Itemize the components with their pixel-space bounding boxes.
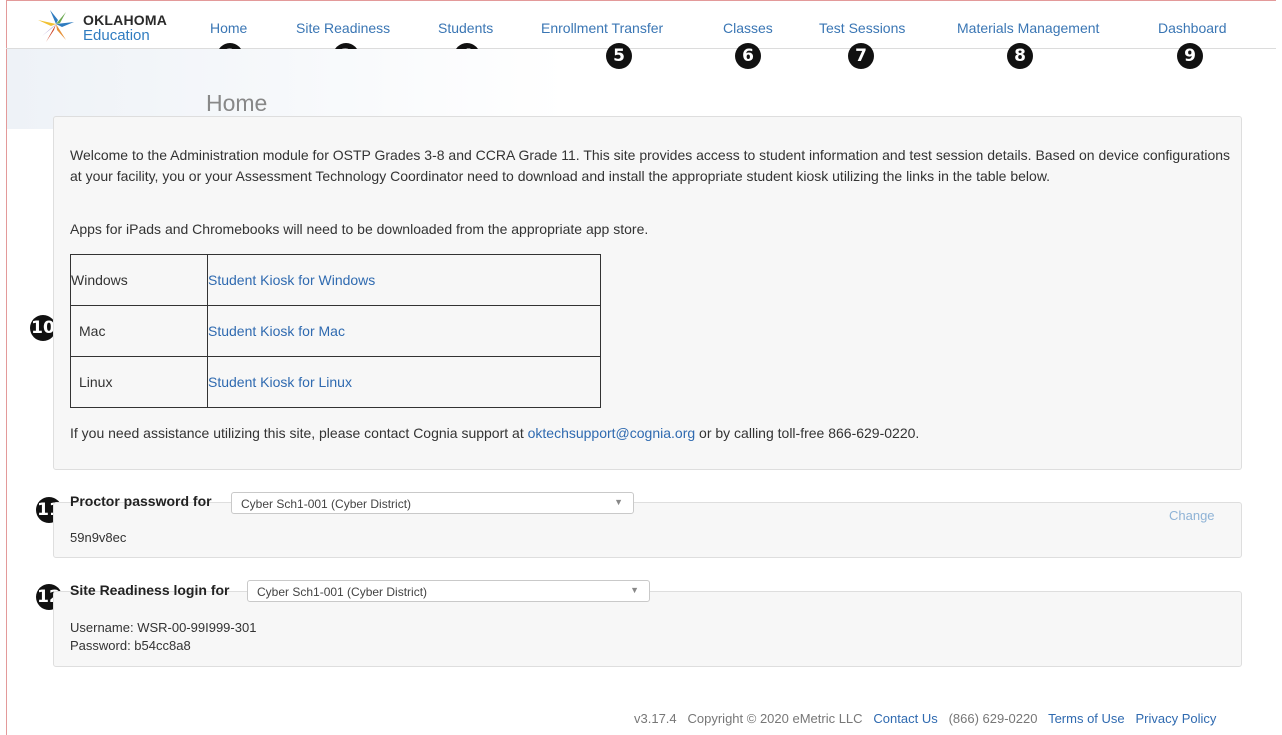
nav-materials-management[interactable]: Materials Management xyxy=(957,20,1099,36)
footer-terms-link[interactable]: Terms of Use xyxy=(1048,711,1125,726)
kiosk-download-table: Windows Student Kiosk for Windows Mac St… xyxy=(70,254,601,408)
table-row: Mac Student Kiosk for Mac xyxy=(70,305,601,357)
site-readiness-school-selected: Cyber Sch1-001 (Cyber District) xyxy=(257,585,428,599)
footer-copyright: Copyright © 2020 eMetric LLC xyxy=(687,711,863,726)
proctor-school-select[interactable]: Cyber Sch1-001 (Cyber District) ▼ xyxy=(231,492,634,514)
footer-phone: (866) 629-0220 xyxy=(948,711,1038,726)
assistance-prefix: If you need assistance utilizing this si… xyxy=(70,425,528,441)
footer-contact-link[interactable]: Contact Us xyxy=(873,711,937,726)
callout-badge: 9 xyxy=(1177,43,1203,69)
nav-students[interactable]: Students xyxy=(438,20,493,36)
top-header: OKLAHOMA Education Home Site Readiness S… xyxy=(0,0,1282,48)
proctor-password-label: Proctor password for xyxy=(70,493,212,509)
change-password-link[interactable]: Change xyxy=(1169,508,1215,523)
caret-down-icon: ▼ xyxy=(630,585,639,595)
kiosk-link-windows[interactable]: Student Kiosk for Windows xyxy=(208,272,375,288)
apps-note: Apps for iPads and Chromebooks will need… xyxy=(70,221,649,237)
callout-badge: 5 xyxy=(606,43,632,69)
kiosk-link-mac[interactable]: Student Kiosk for Mac xyxy=(208,323,345,339)
table-row: Linux Student Kiosk for Linux xyxy=(70,356,601,408)
nav-enrollment-transfer[interactable]: Enrollment Transfer xyxy=(541,20,663,36)
footer: v3.17.4 Copyright © 2020 eMetric LLC Con… xyxy=(634,711,1216,726)
support-email-link[interactable]: oktechsupport@cognia.org xyxy=(528,425,696,441)
kiosk-os-label: Linux xyxy=(79,374,113,390)
nav-classes[interactable]: Classes xyxy=(723,20,773,36)
callout-badge: 8 xyxy=(1007,43,1033,69)
proctor-password-value: 59n9v8ec xyxy=(70,530,127,545)
nav-test-sessions[interactable]: Test Sessions xyxy=(819,20,905,36)
proctor-school-selected: Cyber Sch1-001 (Cyber District) xyxy=(241,497,412,511)
assistance-suffix: or by calling toll-free 866-629-0220. xyxy=(695,425,920,441)
welcome-panel: Welcome to the Administration module for… xyxy=(53,116,1242,470)
kiosk-link-linux[interactable]: Student Kiosk for Linux xyxy=(208,374,352,390)
footer-version: v3.17.4 xyxy=(634,711,677,726)
site-readiness-label: Site Readiness login for xyxy=(70,582,230,598)
footer-privacy-link[interactable]: Privacy Policy xyxy=(1136,711,1217,726)
site-readiness-password: Password: b54cc8a8 xyxy=(70,638,191,653)
nav-dashboard[interactable]: Dashboard xyxy=(1158,20,1227,36)
oklahoma-education-logo[interactable]: OKLAHOMA Education xyxy=(36,10,176,44)
kiosk-os-label: Windows xyxy=(71,272,128,288)
site-readiness-login-panel: Username: WSR-00-99I999-301 Password: b5… xyxy=(53,591,1242,667)
callout-badge: 7 xyxy=(848,43,874,69)
callout-badge: 6 xyxy=(735,43,761,69)
assistance-text: If you need assistance utilizing this si… xyxy=(70,423,1230,444)
site-readiness-school-select[interactable]: Cyber Sch1-001 (Cyber District) ▼ xyxy=(247,580,650,602)
welcome-intro: Welcome to the Administration module for… xyxy=(70,147,1231,184)
nav-site-readiness[interactable]: Site Readiness xyxy=(296,20,390,36)
table-row: Windows Student Kiosk for Windows xyxy=(70,254,601,306)
page-title: Home xyxy=(206,90,268,117)
kiosk-os-label: Mac xyxy=(79,323,106,339)
oklahoma-star-logo-icon xyxy=(38,10,74,42)
site-readiness-username: Username: WSR-00-99I999-301 xyxy=(70,620,257,635)
logo-line1: OKLAHOMA xyxy=(83,12,168,28)
nav-home[interactable]: Home xyxy=(210,20,247,36)
logo-line2: Education xyxy=(83,27,150,44)
caret-down-icon: ▼ xyxy=(614,497,623,507)
